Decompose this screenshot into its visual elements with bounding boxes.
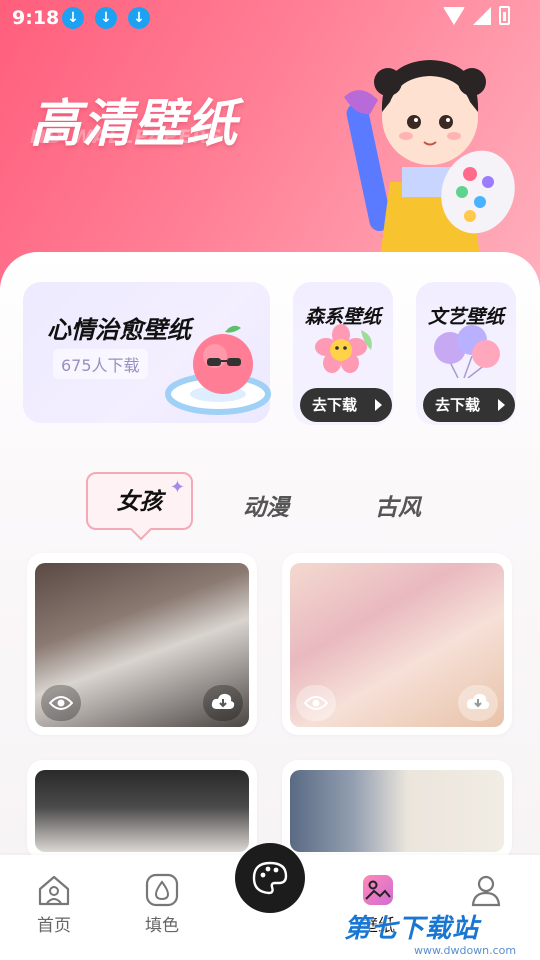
- star-icon: ✦: [169, 477, 185, 498]
- hero-title: 高清壁纸: [30, 95, 239, 154]
- mini-card-forest-wallpaper[interactable]: 森系壁纸 去下载: [293, 282, 393, 425]
- featured-download-count: 675人下载: [53, 349, 148, 379]
- download-button-label: 去下载: [435, 396, 481, 414]
- download-button[interactable]: [458, 685, 498, 721]
- flower-illustration: [315, 324, 372, 373]
- download-icon: ↓: [95, 7, 117, 29]
- nav-coloring-label: 填色: [145, 916, 179, 936]
- nav-profile[interactable]: [446, 873, 526, 911]
- play-arrow-icon: [498, 399, 505, 411]
- watermark-url: www.dwdown.com: [414, 944, 517, 957]
- cloud-download-icon: [466, 693, 490, 709]
- wallpaper-card[interactable]: [27, 760, 257, 860]
- tab-girl[interactable]: 女孩 ✦: [86, 472, 193, 530]
- battery-icon: [499, 6, 510, 25]
- download-icon: ↓: [62, 7, 84, 29]
- play-arrow-icon: [375, 399, 382, 411]
- wallpaper-image[interactable]: [35, 770, 249, 852]
- nav-home[interactable]: 首页: [14, 873, 94, 936]
- preview-button[interactable]: [41, 685, 81, 721]
- eye-icon: [49, 696, 73, 710]
- featured-card-healing-wallpaper[interactable]: 心情治愈壁纸 675人下载: [23, 282, 271, 423]
- tab-ancient[interactable]: 古风: [375, 488, 421, 522]
- status-time: 9:18: [12, 7, 60, 29]
- preview-button[interactable]: [296, 685, 336, 721]
- wallpaper-card[interactable]: [282, 760, 512, 860]
- download-button[interactable]: 去下载: [300, 388, 392, 422]
- drop-icon: [145, 873, 179, 907]
- tab-anime[interactable]: 动漫: [243, 488, 289, 522]
- download-icon: ↓: [128, 7, 150, 29]
- download-button[interactable]: 去下载: [423, 388, 515, 422]
- nav-coloring[interactable]: 填色: [122, 873, 202, 936]
- download-button[interactable]: [203, 685, 243, 721]
- signal-icon: [473, 6, 491, 25]
- watermark-logo: 第七下载站: [344, 914, 480, 944]
- status-indicators: [443, 6, 510, 25]
- picture-icon: [363, 875, 393, 905]
- status-bar: 9:18 ↓ ↓ ↓: [0, 0, 540, 36]
- cloud-download-icon: [211, 693, 235, 709]
- home-icon: [38, 875, 70, 906]
- tab-label: 女孩: [116, 489, 163, 515]
- wallpaper-image[interactable]: [290, 770, 504, 852]
- balloons-illustration: [434, 325, 500, 378]
- palette-icon: [252, 861, 288, 895]
- mascot-girl-illustration: [344, 60, 515, 257]
- wallpaper-card[interactable]: [27, 553, 257, 735]
- palette-center-button[interactable]: [235, 843, 305, 913]
- wallpaper-card[interactable]: [282, 553, 512, 735]
- peach-float-illustration: [165, 325, 271, 415]
- nav-home-label: 首页: [37, 916, 71, 936]
- download-button-label: 去下载: [312, 396, 358, 414]
- wifi-icon: [443, 6, 465, 25]
- mini-card-literary-wallpaper[interactable]: 文艺壁纸 去下载: [416, 282, 516, 425]
- category-tabs: 女孩 ✦ 动漫 古风: [0, 470, 540, 540]
- eye-icon: [304, 696, 328, 710]
- user-icon: [471, 875, 501, 907]
